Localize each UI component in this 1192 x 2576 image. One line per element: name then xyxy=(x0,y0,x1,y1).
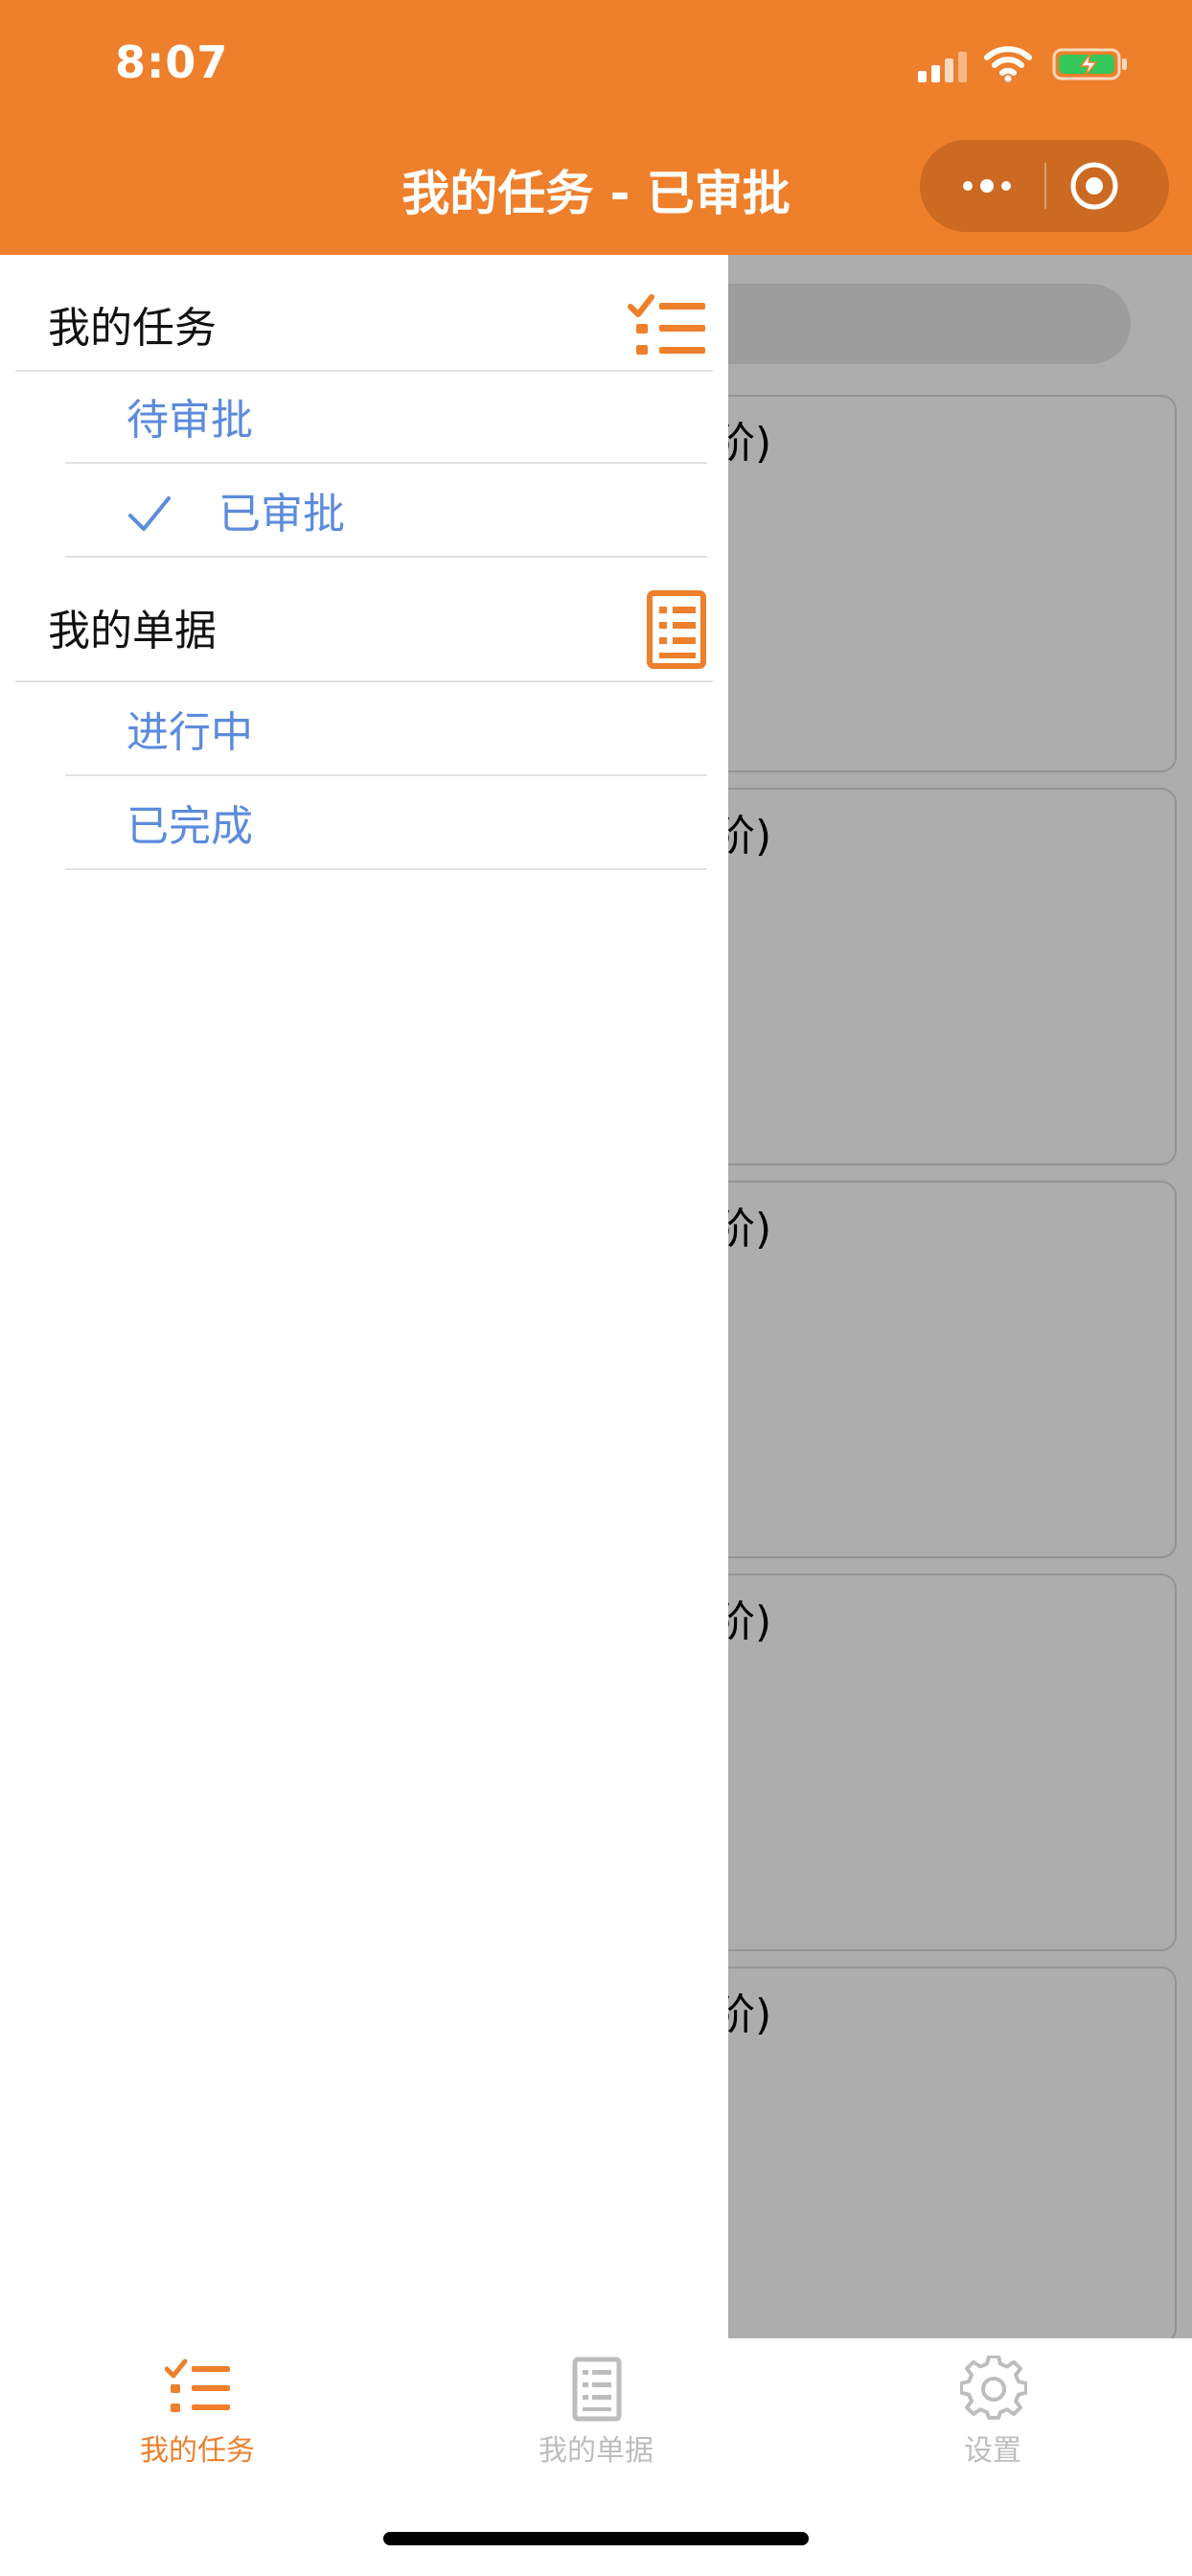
header: 8:07 我的任务 - 已审批 xyxy=(0,0,1192,255)
menu-item-label: 进行中 xyxy=(126,708,253,757)
menu-item-pending-approval[interactable]: 待审批 xyxy=(65,370,707,464)
tab-label: 我的单据 xyxy=(539,2434,653,2468)
more-dot-icon xyxy=(980,179,994,193)
menu-item-label: 已完成 xyxy=(126,802,253,851)
checkmark-icon xyxy=(128,496,171,531)
tab-label: 我的任务 xyxy=(140,2434,255,2468)
tab-my-tasks[interactable]: 我的任务 xyxy=(82,2338,312,2492)
menu-item-in-progress[interactable]: 进行中 xyxy=(65,682,707,776)
task-list-icon xyxy=(165,2358,230,2412)
tab-my-documents[interactable]: 我的单据 xyxy=(481,2338,711,2492)
menu-item-label: 待审批 xyxy=(126,396,253,445)
section-title: 我的单据 xyxy=(48,607,217,656)
mini-program-capsule xyxy=(920,140,1169,232)
gear-icon xyxy=(960,2356,1027,2420)
tab-settings[interactable]: 设置 xyxy=(878,2338,1108,2492)
menu-item-approved[interactable]: 已审批 xyxy=(65,464,707,558)
document-icon xyxy=(572,2357,622,2422)
section-title: 我的任务 xyxy=(48,304,217,353)
battery-charging-icon xyxy=(1052,48,1127,80)
more-dot-icon xyxy=(1001,181,1011,191)
capsule-divider xyxy=(1044,163,1046,209)
more-dot-icon xyxy=(963,181,973,191)
tab-label: 设置 xyxy=(964,2434,1021,2468)
close-target-icon[interactable] xyxy=(1066,157,1123,215)
document-icon xyxy=(647,590,706,669)
menu-item-label: 已审批 xyxy=(218,490,345,539)
task-list-icon xyxy=(628,294,705,355)
wifi-icon xyxy=(984,46,1032,82)
section-my-documents: 我的单据 xyxy=(15,558,713,682)
app-frame: 8:07 我的任务 - 已审批 阶) 阶) 阶) 阶) 阶) 我的任务 待审批 … xyxy=(0,0,1192,2576)
cellular-signal-icon xyxy=(918,52,967,82)
section-my-tasks: 我的任务 xyxy=(15,255,713,372)
status-time: 8:07 xyxy=(115,36,229,88)
menu-item-completed[interactable]: 已完成 xyxy=(65,776,707,870)
side-drawer: 我的任务 待审批 已审批 我的单据 进行中 已完成 xyxy=(0,255,728,2338)
more-button[interactable] xyxy=(949,163,1025,209)
home-indicator xyxy=(383,2532,809,2545)
